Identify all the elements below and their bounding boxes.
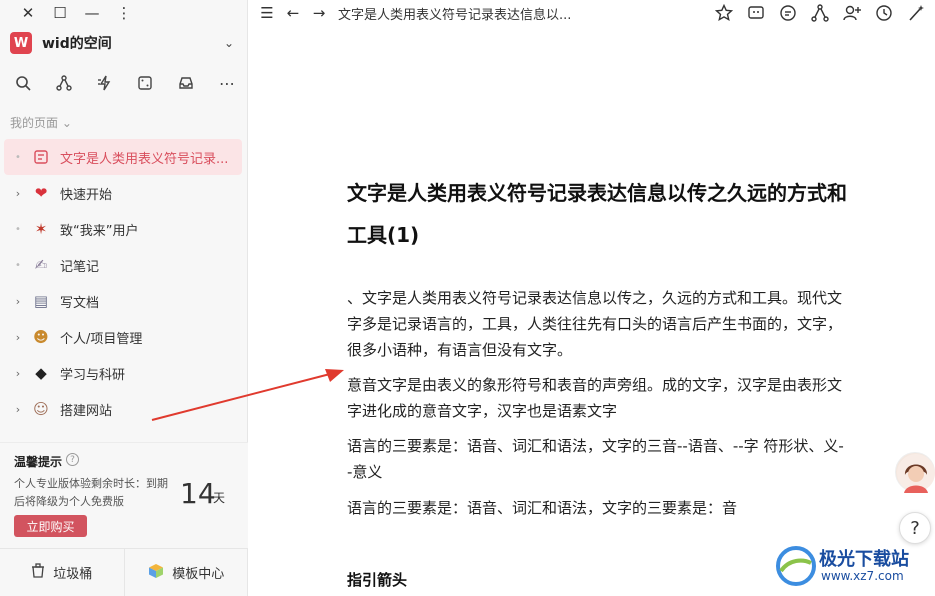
- workspace-avatar: W: [10, 32, 32, 54]
- tip-title: 温馨提示: [14, 455, 63, 469]
- chevron-right-icon[interactable]: ›: [10, 367, 26, 380]
- tree-item[interactable]: › ☻ 个人/项目管理: [4, 319, 242, 355]
- bullet-icon: •: [15, 223, 21, 235]
- chevron-right-icon[interactable]: ›: [10, 187, 26, 200]
- sidebar-bottom-bar: 垃圾桶 模板中心: [0, 548, 248, 596]
- search-icon[interactable]: [12, 72, 34, 94]
- tree-item-label: 记笔记: [60, 259, 100, 275]
- section-label-text: 我的页面: [10, 116, 59, 130]
- buy-now-button[interactable]: 立即购买: [14, 515, 87, 537]
- watermark-logo: 极光下载站 www.xz7.com: [775, 545, 930, 590]
- bullet-icon: •: [15, 259, 21, 271]
- watermark-text: 极光下载站: [819, 549, 909, 570]
- flash-icon[interactable]: [94, 72, 116, 94]
- help-icon[interactable]: ?: [66, 453, 79, 466]
- back-arrow-icon[interactable]: ←: [282, 2, 304, 24]
- annotation-arrow: [151, 369, 344, 421]
- workspace-name: wid的空间: [42, 36, 112, 52]
- trash-label: 垃圾桶: [53, 567, 93, 582]
- trash-icon: [31, 563, 45, 582]
- graduation-cap-icon: ◆: [35, 364, 47, 382]
- forward-arrow-icon[interactable]: →: [308, 2, 330, 24]
- minimize-icon[interactable]: —: [76, 4, 108, 22]
- chevron-down-icon: ⌄: [61, 116, 72, 130]
- paragraph-4[interactable]: 语言的三要素是：语音、词汇和语法，文字的三要素是：音: [347, 495, 847, 521]
- document-icon: ▤: [33, 292, 49, 310]
- pen-icon: ✍: [34, 256, 48, 274]
- paragraph-3[interactable]: 语言的三要素是：语音、词汇和语法，文字的三音--语音、--字 符形状、义--意义: [347, 433, 847, 485]
- days-unit: 天: [213, 491, 226, 505]
- inbox-icon[interactable]: [175, 72, 197, 94]
- trial-tip: 温馨提示 ? 个人专业版体验剩余时长：到期后将降级为个人免费版 14 天 立即购…: [0, 442, 248, 548]
- document-area[interactable]: 文字是人类用表义符号记录表达信息以传之久远的方式和工具(1) 、文字是人类用表义…: [248, 26, 935, 596]
- watermark-icon: [776, 546, 816, 586]
- menu-icon[interactable]: ☰: [256, 2, 278, 24]
- graph-icon[interactable]: [809, 2, 831, 24]
- assistant-avatar[interactable]: [895, 452, 935, 493]
- workspace-switcher[interactable]: W wid的空间 ⌄: [10, 31, 238, 55]
- tree-item[interactable]: › ▤ 写文档: [4, 283, 242, 319]
- days-remaining: 14: [180, 477, 216, 510]
- sidebar: ✕ ☐ — ⋮ W wid的空间 ⌄ ⋯ 我的页面 ⌄ • 文字是人类用表义符号…: [0, 0, 248, 596]
- worker-icon: ☻: [33, 328, 49, 346]
- trash-button[interactable]: 垃圾桶: [0, 549, 124, 596]
- star-icon[interactable]: [713, 2, 735, 24]
- tree-item-label: 写文档: [60, 295, 100, 311]
- tree-item-label: 文字是人类用表义符号记录...: [60, 151, 229, 167]
- help-button[interactable]: ?: [899, 512, 931, 544]
- sidebar-toolbar: ⋯: [12, 72, 238, 94]
- breadcrumb-title[interactable]: 文字是人类用表义符号记录表达信息以...: [338, 4, 571, 23]
- paragraph-1[interactable]: 、文字是人类用表义符号记录表达信息以传之，久远的方式和工具。现代文字多是记录语言…: [347, 285, 847, 363]
- tree-item[interactable]: • 文字是人类用表义符号记录...: [4, 139, 242, 175]
- more-horizontal-icon[interactable]: ⋯: [216, 72, 238, 94]
- bot-icon[interactable]: [745, 2, 767, 24]
- comment-icon[interactable]: [777, 2, 799, 24]
- heart-icon: ❤: [34, 184, 48, 202]
- more-vertical-icon[interactable]: ⋮: [108, 4, 140, 22]
- dice-icon[interactable]: [134, 72, 156, 94]
- cube-icon: [148, 563, 164, 583]
- templates-button[interactable]: 模板中心: [123, 549, 249, 596]
- close-icon[interactable]: ✕: [12, 4, 44, 22]
- history-icon[interactable]: [873, 2, 895, 24]
- graph-icon[interactable]: [53, 72, 75, 94]
- tip-text: 个人专业版体验剩余时长：到期后将降级为个人免费版: [14, 477, 168, 508]
- templates-label: 模板中心: [172, 567, 225, 582]
- doc-icon: [30, 146, 52, 168]
- section-label[interactable]: 我的页面 ⌄: [10, 114, 72, 131]
- chevron-right-icon[interactable]: ›: [10, 403, 26, 416]
- tree-item-label: 个人/项目管理: [60, 331, 143, 347]
- window-controls: ✕ ☐ — ⋮: [12, 4, 140, 22]
- tree-item[interactable]: • ✍ 记笔记: [4, 247, 242, 283]
- add-user-icon[interactable]: [841, 2, 863, 24]
- watermark-url: www.xz7.com: [821, 569, 904, 583]
- tree-item-label: 快速开始: [60, 187, 113, 203]
- maximize-icon[interactable]: ☐: [44, 4, 76, 22]
- document-title[interactable]: 文字是人类用表义符号记录表达信息以传之久远的方式和工具(1): [347, 172, 847, 256]
- section-heading[interactable]: 指引箭头: [347, 569, 407, 590]
- bullet-icon: •: [15, 151, 21, 163]
- party-icon: ✶: [34, 220, 48, 238]
- tree-item-label: 致“我来”用户: [60, 223, 139, 239]
- top-bar: ☰ ← → 文字是人类用表义符号记录表达信息以...: [248, 0, 935, 26]
- person-icon: ☺: [33, 400, 49, 418]
- tree-item[interactable]: › ❤ 快速开始: [4, 175, 242, 211]
- chevron-down-icon: ⌄: [223, 36, 234, 50]
- tree-item[interactable]: • ✶ 致“我来”用户: [4, 211, 242, 247]
- chevron-right-icon[interactable]: ›: [10, 295, 26, 308]
- magic-wand-icon[interactable]: [905, 2, 927, 24]
- paragraph-2[interactable]: 意音文字是由表义的象形符号和表音的声旁组。成的文字，汉字是由表形文字进化成的意音…: [347, 372, 847, 424]
- chevron-right-icon[interactable]: ›: [10, 331, 26, 344]
